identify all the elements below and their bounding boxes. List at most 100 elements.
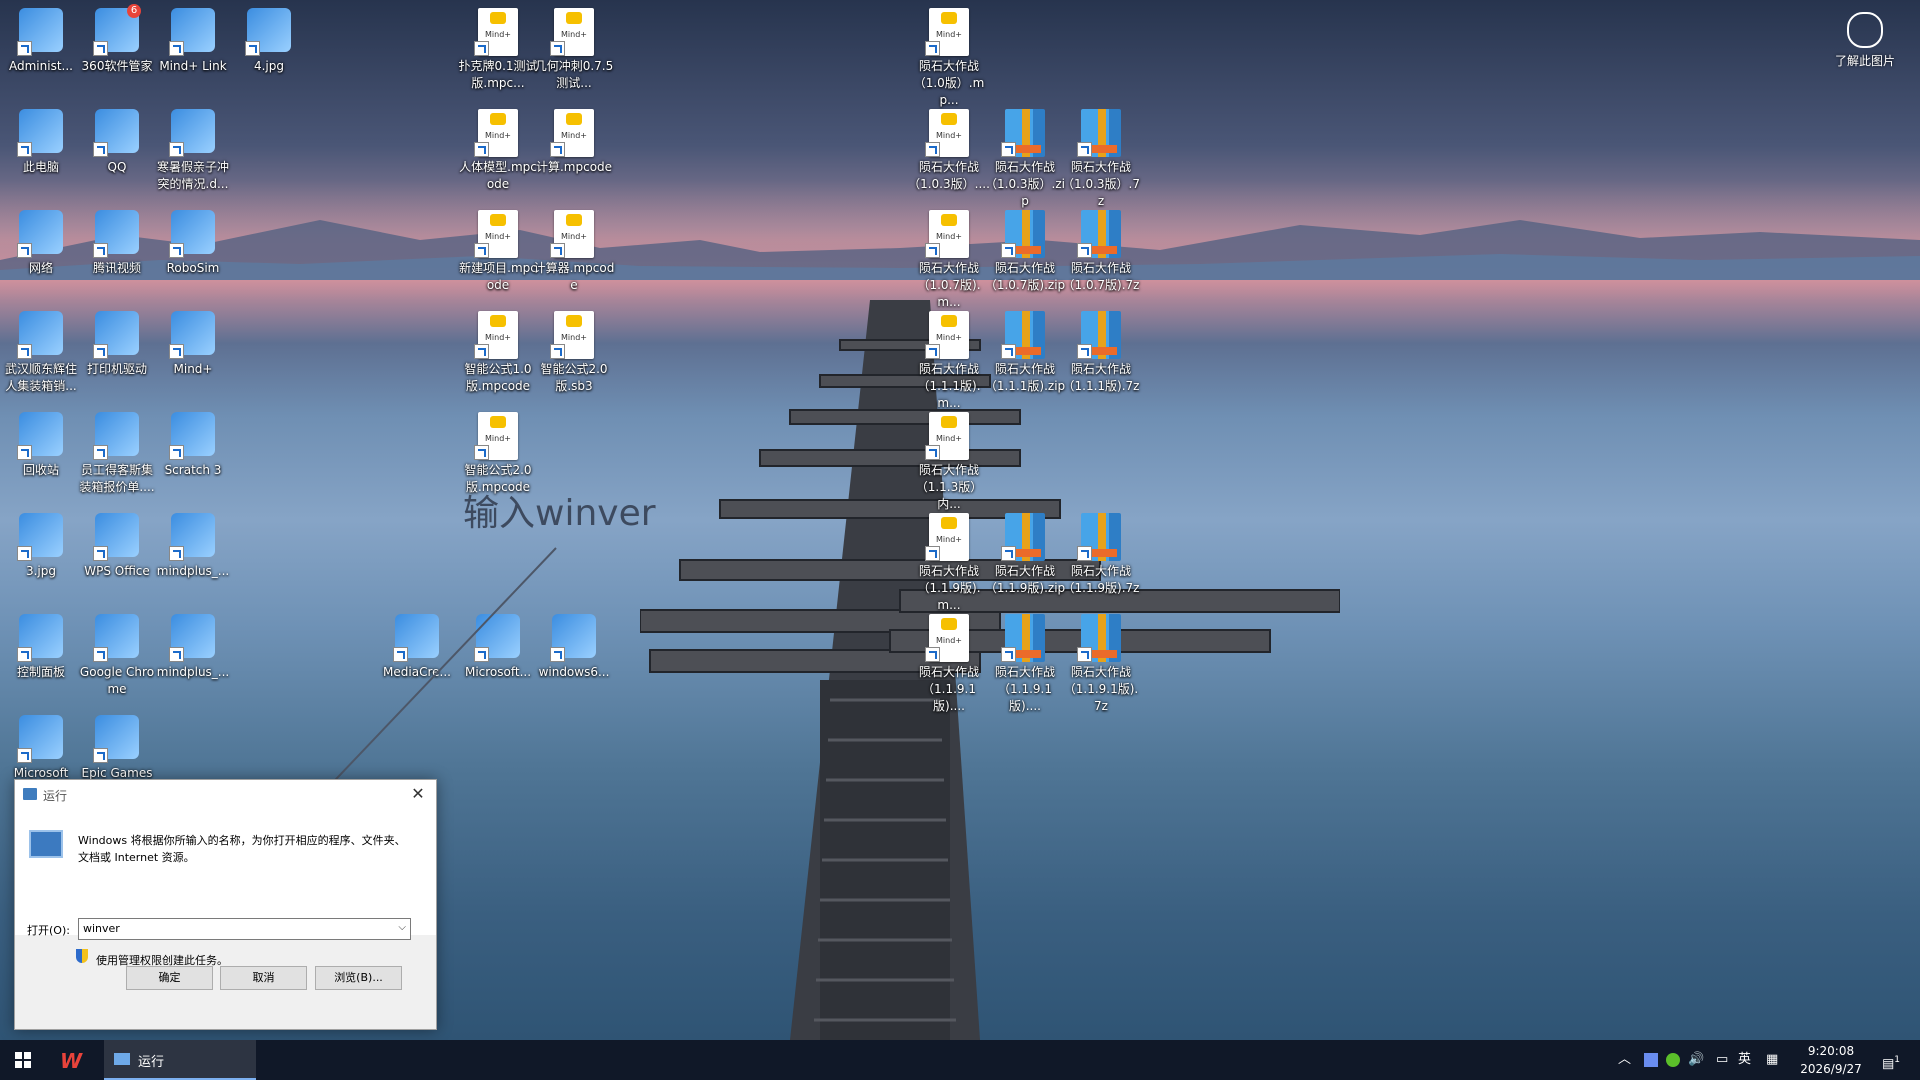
desktop-icon[interactable]: Scratch 3 [152,408,234,479]
desktop-icon[interactable]: 陨石大作战（1.1.1版).m... [908,307,990,412]
zip-archive-icon [1001,311,1049,359]
mindplus-file-icon [925,109,973,157]
desktop-icon[interactable]: 陨石大作战（1.0.7版).m... [908,206,990,311]
notification-icon[interactable]: ▤1 [1882,1040,1900,1080]
shortcut-arrow-icon [169,142,184,157]
taskbar-run-button[interactable]: 运行 [104,1040,256,1080]
desktop-icon[interactable]: Mind+ Link [152,4,234,75]
desktop-icon[interactable]: 员工得客斯集装箱报价单.... [76,408,158,496]
learn-about-picture[interactable]: 了解此图片 [1820,12,1910,69]
shortcut-arrow-icon [925,41,940,56]
desktop-icon[interactable]: windows6... [533,610,615,681]
ok-button[interactable]: 确定 [126,966,213,990]
desktop-icon[interactable]: 智能公式2.0版.mpcode [457,408,539,496]
desktop-icon-label: 陨石大作战（1.0.3版）.7z [1062,160,1140,208]
desktop-icon-label: 陨石大作战（1.0.7版).m... [917,261,981,309]
desktop-icon[interactable]: Epic Games [76,711,158,782]
desktop-icon[interactable]: 腾讯视频 [76,206,158,277]
desktop-icon[interactable]: 此电脑 [0,105,82,176]
desktop-icon[interactable]: 陨石大作战（1.1.9版).m... [908,509,990,614]
desktop-icon[interactable]: 陨石大作战（1.0版）.mp... [908,4,990,109]
ime-indicator[interactable]: 英 [1738,1040,1751,1080]
shortcut-arrow-icon [1001,243,1016,258]
shortcut-arrow-icon [925,647,940,662]
desktop-icon[interactable]: 武汉顺东辉住人集装箱销... [0,307,82,395]
desktop-icon[interactable]: 陨石大作战（1.0.7版).zip [984,206,1066,294]
tray-app-icon[interactable] [1644,1040,1660,1080]
shortcut-arrow-icon [1001,344,1016,359]
desktop-icon[interactable]: Administ... [0,4,82,75]
desktop-icon[interactable]: 几何冲刺0.7.5测试... [533,4,615,92]
desktop-icon-label: 武汉顺东辉住人集装箱销... [4,362,77,393]
zip-archive-icon [1001,614,1049,662]
desktop-icon[interactable]: 人体模型.mpcode [457,105,539,193]
desktop-icon[interactable]: 寒暑假亲子冲突的情况.d... [152,105,234,193]
desktop-icon-label: RoboSim [166,261,220,275]
desktop-icon[interactable]: 计算.mpcode [533,105,615,176]
shortcut-arrow-icon [93,41,108,56]
desktop-icon[interactable]: 陨石大作战（1.1.9版).zip [984,509,1066,597]
clock-date: 2026/9/27 [1800,1062,1862,1076]
open-input-value[interactable]: winver [83,922,120,935]
desktop-icon[interactable]: 扑克牌0.1测试版.mpc... [457,4,539,92]
desktop-icon-label: 360软件管家 [81,59,153,73]
run-dialog-titlebar[interactable]: 运行 ✕ [15,780,436,810]
desktop-icon[interactable]: 打印机驱动 [76,307,158,378]
desktop-icon[interactable]: mindplus_... [152,610,234,681]
ime-mode-icon[interactable]: ▦ [1766,1040,1778,1080]
desktop-icon[interactable]: 智能公式2.0版.sb3 [533,307,615,395]
desktop-icon[interactable]: 计算器.mpcode [533,206,615,294]
desktop-icon[interactable]: 陨石大作战（1.0.3版）.zip [984,105,1066,210]
run-description: Windows 将根据你所输入的名称，为你打开相应的程序、文件夹、文档或 Int… [78,834,406,864]
desktop-icon[interactable]: WPS Office [76,509,158,580]
desktop-icon[interactable]: 陨石大作战（1.1.1版).7z [1060,307,1142,395]
desktop-icon[interactable]: 回收站 [0,408,82,479]
desktop-icon-label: 控制面板 [16,665,65,679]
desktop-icon-label: 陨石大作战（1.1.1版).zip [984,362,1066,393]
wps-taskbar-icon[interactable]: W [60,1049,82,1073]
close-icon[interactable]: ✕ [408,784,428,804]
cancel-button[interactable]: 取消 [220,966,307,990]
shortcut-arrow-icon [169,647,184,662]
volume-icon[interactable]: 🔊 [1688,1040,1704,1080]
tray-360-icon[interactable] [1666,1040,1682,1080]
desktop-icon[interactable]: 3.jpg [0,509,82,580]
chevron-down-icon[interactable]: ⌵ [398,922,406,933]
desktop-icon[interactable]: 陨石大作战（1.1.9版).7z [1060,509,1142,597]
desktop-icon[interactable]: Microsoft... [457,610,539,681]
desktop-icon[interactable]: 陨石大作战（1.0.3版）.7z [1060,105,1142,210]
desktop-icon[interactable]: 网络 [0,206,82,277]
desktop-icon[interactable]: 控制面板 [0,610,82,681]
desktop-icon[interactable]: mindplus_... [152,509,234,580]
recycle-bin-icon [17,412,65,460]
start-button[interactable] [0,1040,46,1080]
desktop-icon[interactable]: 6 360软件管家 [76,4,158,75]
desktop-icon[interactable]: 智能公式1.0版.mpcode [457,307,539,395]
desktop-icon-label: 扑克牌0.1测试版.mpc... [458,59,538,90]
desktop-icon[interactable]: Microsoft [0,711,82,782]
desktop-icon[interactable]: 陨石大作战（1.1.1版).zip [984,307,1066,395]
desktop-icon[interactable]: 陨石大作战（1.1.9.1版).7z [1060,610,1142,715]
desktop-icon[interactable]: 陨石大作战（1.1.3版）内... [908,408,990,513]
run-app-icon [114,1053,130,1065]
desktop-icon-label: mindplus_... [156,665,230,679]
image-file-icon [17,513,65,561]
desktop-icon[interactable]: 陨石大作战（1.0.3版）.... [908,105,990,193]
desktop-icon-label: 寒暑假亲子冲突的情况.d... [156,160,229,191]
desktop-icon[interactable]: 新建项目.mpcode [457,206,539,294]
network-tray-icon[interactable]: ▭ [1716,1040,1728,1080]
chevron-up-icon[interactable]: ︿ [1618,1040,1631,1080]
desktop-icon[interactable]: Google Chrome [76,610,158,698]
clock[interactable]: 9:20:08 2026/9/27 [1796,1042,1866,1078]
desktop-icon[interactable]: 陨石大作战（1.0.7版).7z [1060,206,1142,294]
desktop-icon[interactable]: 陨石大作战（1.1.9.1版).... [908,610,990,715]
desktop-icon[interactable]: QQ [76,105,158,176]
desktop-icon[interactable]: RoboSim [152,206,234,277]
desktop-icon[interactable]: MediaCre... [376,610,458,681]
desktop-icon[interactable]: Mind+ [152,307,234,378]
browse-button[interactable]: 浏览(B)... [315,966,402,990]
word-doc-icon [17,311,65,359]
zip-archive-icon [169,513,217,561]
desktop-icon[interactable]: 陨石大作战（1.1.9.1版).... [984,610,1066,715]
desktop-icon[interactable]: 4.jpg [228,4,310,75]
